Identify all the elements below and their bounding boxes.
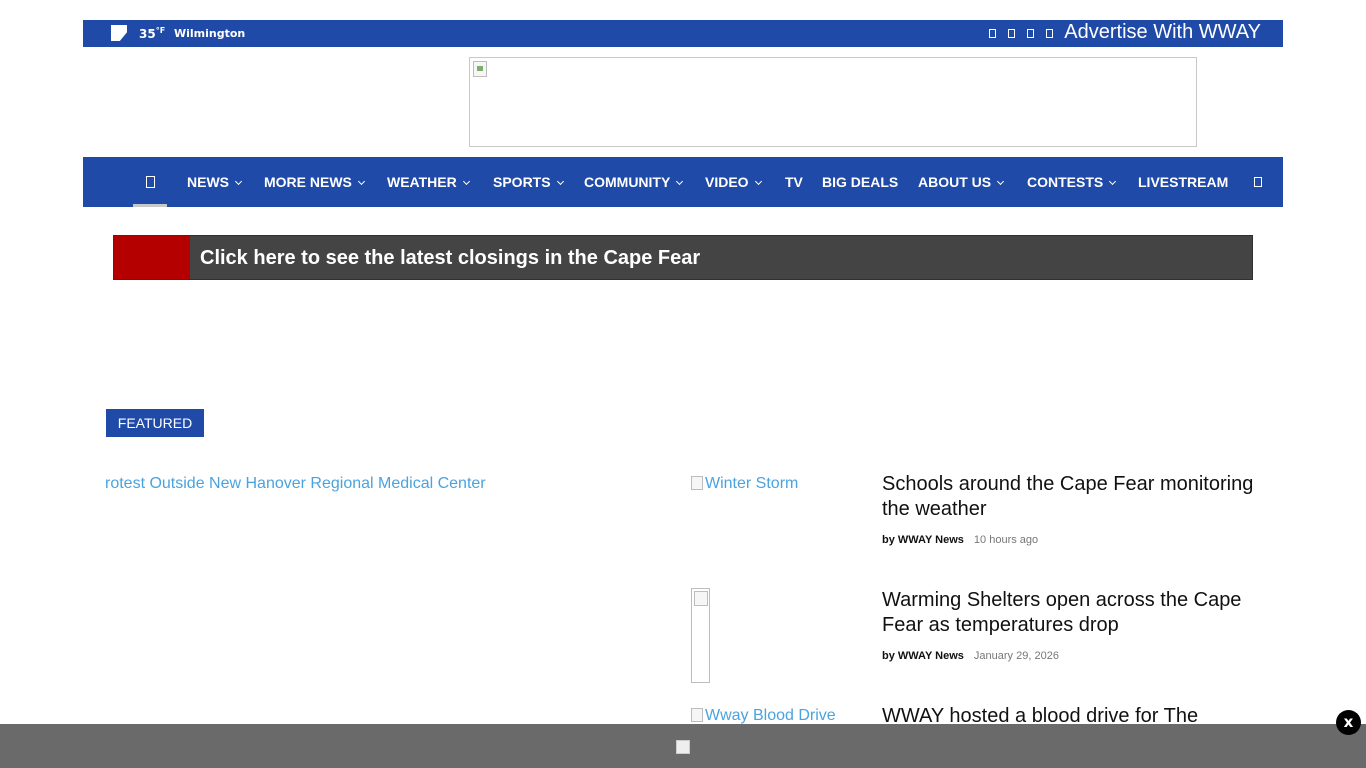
nav-item-community[interactable]: COMMUNITY	[584, 174, 684, 190]
home-button[interactable]	[133, 157, 167, 207]
nav-item-more-news[interactable]: MORE NEWS	[264, 174, 365, 190]
nav-item-big-deals[interactable]: BIG DEALS	[822, 174, 898, 190]
nav-item-livestream[interactable]: LIVESTREAM	[1138, 174, 1228, 190]
facebook-icon[interactable]	[989, 29, 996, 38]
story-title[interactable]: Schools around the Cape Fear monitoring …	[882, 472, 1272, 522]
chevron-down-icon	[676, 177, 684, 186]
broken-image-icon	[691, 476, 703, 490]
twitter-icon[interactable]	[1027, 29, 1034, 38]
story-image[interactable]: Winter Storm	[691, 475, 798, 493]
broken-image-icon	[676, 740, 690, 754]
header-ad[interactable]	[469, 57, 1197, 147]
youtube-icon[interactable]	[1046, 29, 1053, 38]
story-image[interactable]: Wway Blood Drive	[691, 707, 836, 725]
top-bar: 35°F Wilmington Advertise With WWAY	[83, 20, 1283, 47]
chevron-down-icon	[357, 177, 365, 186]
nav-item-news[interactable]: NEWS	[187, 174, 243, 190]
story-title[interactable]: Warming Shelters open across the Cape Fe…	[882, 588, 1272, 638]
nav-item-about-us[interactable]: ABOUT US	[918, 174, 1005, 190]
close-ad-button[interactable]: x	[1336, 710, 1361, 735]
main-nav: NEWS MORE NEWS WEATHER SPORTS COMMUNITY …	[83, 157, 1283, 207]
story-byline: by WWAY News 10 hours ago	[882, 534, 1038, 546]
city-label: Wilmington	[174, 27, 246, 40]
story-author[interactable]: by WWAY News	[882, 650, 964, 662]
nav-item-tv[interactable]: TV	[785, 174, 803, 190]
story-image[interactable]	[691, 588, 710, 683]
chevron-down-icon	[234, 177, 243, 186]
advertise-link[interactable]: Advertise With WWAY	[1064, 21, 1261, 44]
story-date: January 29, 2026	[973, 650, 1059, 662]
chevron-down-icon	[556, 177, 564, 186]
home-icon	[146, 176, 155, 188]
chevron-down-icon	[462, 177, 470, 186]
temperature: 35°F	[139, 26, 166, 41]
sticky-bottom-ad[interactable]	[0, 724, 1366, 768]
instagram-icon[interactable]	[1008, 29, 1015, 38]
nav-item-sports[interactable]: SPORTS	[493, 174, 564, 190]
chevron-down-icon	[997, 177, 1005, 186]
story-author[interactable]: by WWAY News	[882, 534, 964, 546]
story-date: 10 hours ago	[973, 534, 1039, 546]
broken-image-icon	[473, 61, 487, 77]
closings-link[interactable]: Click here to see the latest closings in…	[200, 247, 700, 270]
chevron-down-icon	[754, 177, 762, 186]
nav-item-video[interactable]: VIDEO	[705, 174, 762, 190]
active-indicator	[133, 204, 167, 207]
weather-icon	[111, 25, 127, 41]
closings-banner[interactable]: Click here to see the latest closings in…	[113, 235, 1253, 280]
story-byline: by WWAY News January 29, 2026	[882, 650, 1059, 662]
banner-accent	[114, 236, 190, 279]
nav-item-contests[interactable]: CONTESTS	[1027, 174, 1117, 190]
lead-story-image[interactable]: rotest Outside New Hanover Regional Medi…	[105, 475, 486, 493]
featured-tag[interactable]: FEATURED	[106, 409, 204, 437]
broken-image-icon	[694, 591, 708, 606]
nav-item-weather[interactable]: WEATHER	[387, 174, 470, 190]
broken-image-icon	[691, 708, 703, 722]
chevron-down-icon	[1109, 177, 1117, 186]
search-icon[interactable]	[1254, 177, 1262, 187]
